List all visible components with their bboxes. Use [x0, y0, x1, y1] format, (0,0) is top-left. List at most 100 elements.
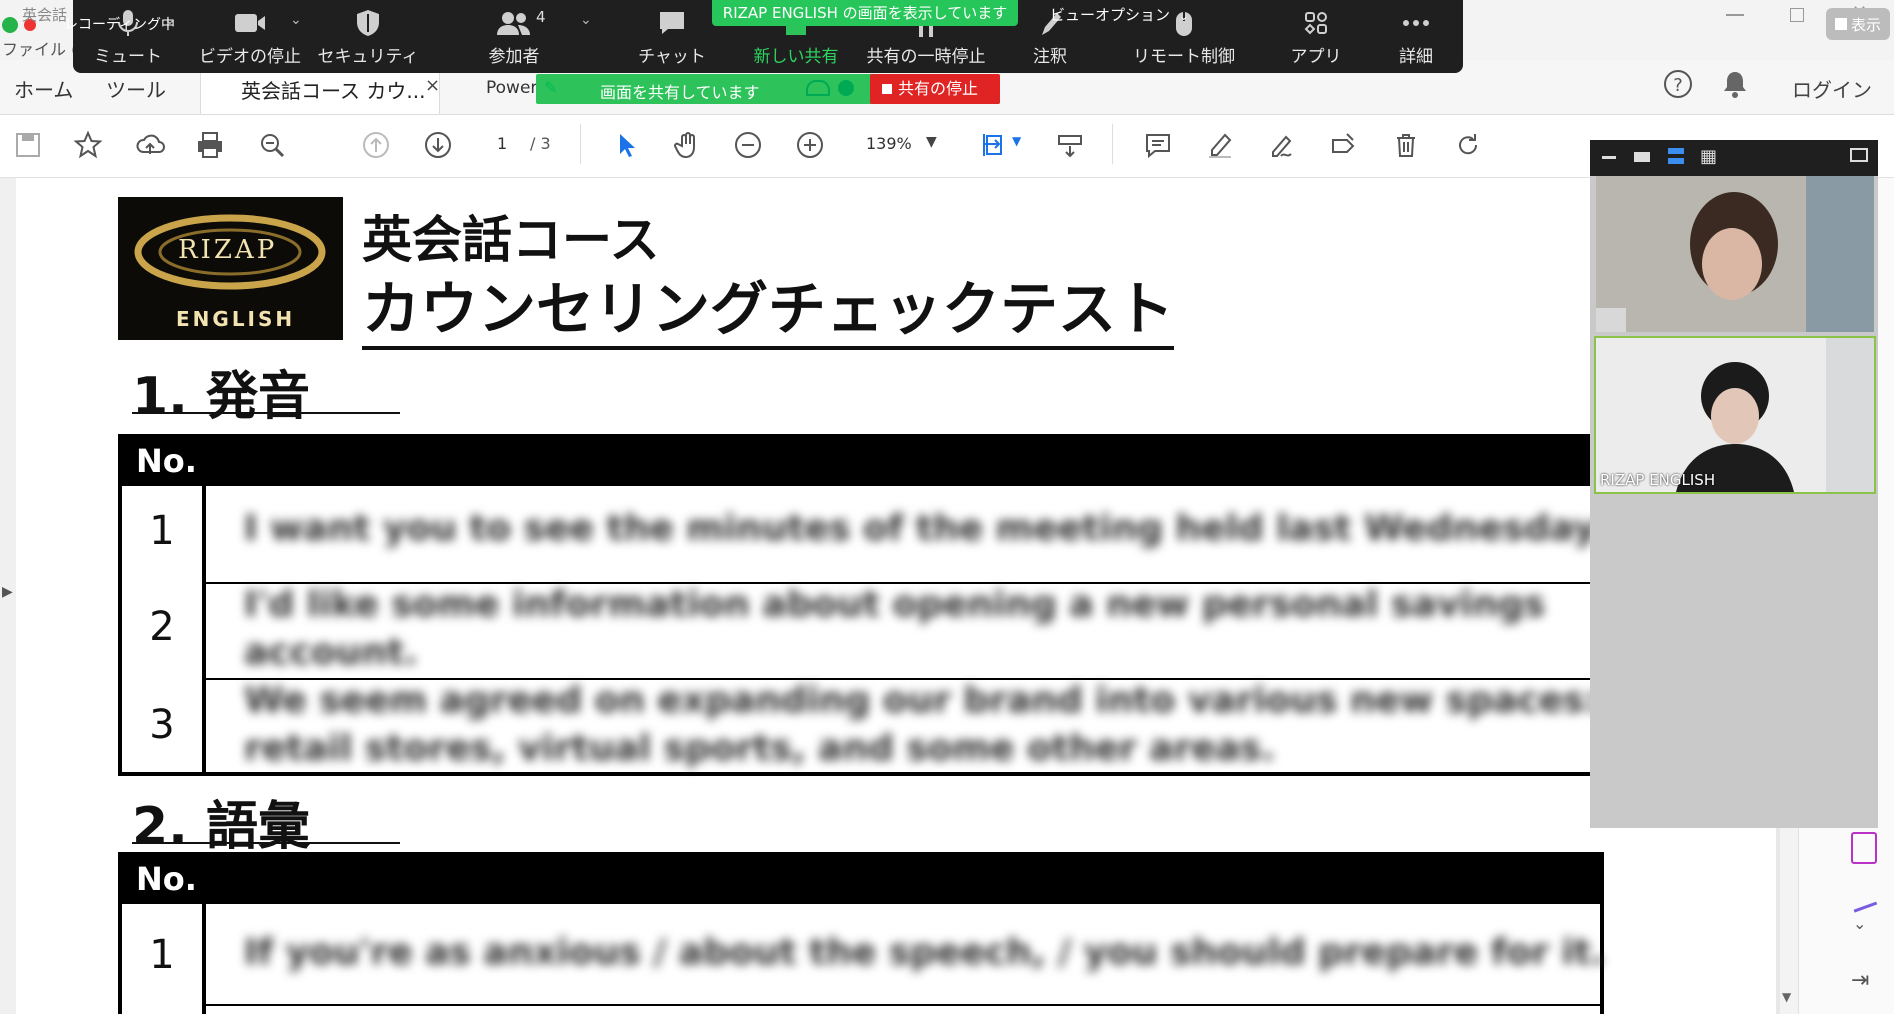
comment-icon[interactable] [1140, 127, 1176, 163]
table-row-number: 1 [149, 508, 175, 554]
table-header: No. [118, 434, 1593, 486]
section-heading-vocabulary: 2. 語彙 [132, 797, 311, 857]
zoom-level-select[interactable]: 139% [866, 134, 912, 153]
toolbar-divider [1112, 124, 1113, 164]
video-options-chevron-icon[interactable]: ⌄ [290, 12, 302, 28]
mute-label: ミュート [94, 47, 162, 67]
scroll-mode-icon[interactable] [1052, 127, 1088, 163]
fit-page-icon[interactable] [976, 127, 1012, 163]
page-down-icon[interactable] [420, 127, 456, 163]
section-underline [132, 842, 400, 844]
table-header-no: No. [136, 442, 197, 480]
minimize-video-icon[interactable] [1602, 156, 1616, 159]
section-underline [132, 412, 400, 414]
video-camera-icon [235, 14, 265, 32]
apps-label: アプリ [1290, 47, 1342, 67]
chevron-down-icon[interactable]: ⌄ [1853, 914, 1866, 933]
zoom-search-icon[interactable] [254, 127, 290, 163]
table-col-divider [202, 486, 206, 776]
single-view-icon[interactable] [1634, 152, 1650, 162]
collapse-panel-icon[interactable]: ⇥ [1851, 968, 1869, 993]
fill-sign-icon[interactable] [1848, 888, 1878, 913]
chat-label: チャット [638, 47, 706, 67]
zoom-dropdown-icon[interactable]: ▼ [926, 134, 937, 150]
viewing-share-banner: RIZAP ENGLISH の画面を表示しています [712, 0, 1018, 26]
shield-check-icon [2, 17, 18, 33]
select-cursor-icon[interactable] [608, 127, 644, 163]
stop-share-button[interactable]: 共有の停止 [870, 74, 1000, 104]
grid-icon [1834, 18, 1847, 30]
tab-close-icon[interactable]: × [425, 75, 440, 96]
zoom-in-icon[interactable] [792, 127, 828, 163]
participants-icon [497, 12, 530, 35]
minimize-button[interactable] [1726, 14, 1744, 16]
restore-button[interactable] [1790, 8, 1804, 22]
document-title-line2: カウンセリングチェックテスト [362, 262, 1175, 350]
participants-label: 参加者 [488, 47, 540, 67]
save-icon[interactable] [10, 127, 46, 163]
view-options-button[interactable]: ビューオプション ⌄ [1050, 4, 1189, 25]
cloud-upload-icon[interactable] [132, 127, 168, 163]
fit-dropdown-icon[interactable]: ▼ [1012, 134, 1021, 148]
export-pdf-icon[interactable] [1851, 832, 1877, 864]
participant-silhouette-icon [1596, 176, 1874, 332]
table-row-text-cont: account. [244, 632, 418, 673]
tab-power[interactable]: Power [486, 78, 537, 98]
tab-tools[interactable]: ツール [106, 74, 166, 103]
security-button[interactable]: セキュリティ [317, 6, 419, 70]
highlight-pen-icon[interactable] [1202, 127, 1238, 163]
shield-icon [357, 10, 379, 36]
display-button[interactable]: 表示 [1826, 8, 1890, 40]
more-button[interactable]: 詳細 [1366, 6, 1466, 70]
rizap-english-logo: RIZAP ENGLISH [118, 197, 343, 340]
table-header: No. [118, 852, 1604, 904]
stamp-edit-icon[interactable] [1326, 127, 1362, 163]
app-title-fragment: 英会話 [22, 6, 68, 24]
print-icon[interactable] [192, 127, 228, 163]
apps-button[interactable]: アプリ [1266, 6, 1366, 70]
page-number-input[interactable]: 1 [497, 134, 507, 153]
login-button[interactable]: ログイン [1792, 74, 1872, 103]
participants-button[interactable]: 参加者 [464, 6, 564, 70]
participants-count: 4 [536, 8, 546, 26]
scroll-down-icon[interactable]: ▼ [1782, 990, 1791, 1004]
pin-icon[interactable]: ✎ [544, 78, 557, 97]
table-row-text: We seem agreed on expanding our brand in… [244, 680, 1599, 721]
table-col-divider [202, 904, 206, 1014]
help-icon[interactable]: ? [1664, 70, 1692, 98]
grid-view-icon[interactable]: ▦ [1700, 146, 1717, 167]
security-label: セキュリティ [317, 47, 419, 67]
recording-label: レコーディング中 [64, 17, 176, 33]
expand-panel-icon[interactable]: ▶ [2, 584, 13, 600]
new-share-label: 新しい共有 [753, 47, 839, 67]
table-row-text: I want you to see the minutes of the mee… [244, 508, 1607, 549]
stop-video-button[interactable]: ビデオの停止 [199, 6, 301, 70]
trash-icon[interactable] [1388, 127, 1424, 163]
table-row-divider [206, 1004, 1600, 1006]
chat-button[interactable]: チャット [622, 6, 722, 70]
table-row-text: If you're as anxious / about the speech,… [244, 932, 1605, 973]
stacked-view-icon[interactable] [1668, 148, 1684, 164]
shield-check-icon [838, 80, 854, 96]
zoom-out-icon[interactable] [730, 127, 766, 163]
participants-chevron-icon[interactable]: ⌄ [580, 12, 592, 28]
sharing-status-text: 画面を共有しています [600, 83, 760, 102]
participant-name-label: RIZAP ENGLISH [1600, 471, 1716, 489]
more-label: 詳細 [1399, 47, 1433, 67]
bell-icon[interactable] [1722, 70, 1748, 102]
participant-video-1[interactable] [1596, 176, 1874, 332]
apps-icon [1304, 12, 1327, 35]
bookmark-star-icon[interactable] [70, 127, 106, 163]
chevron-down-icon: ⌄ [1178, 9, 1189, 23]
pop-out-icon[interactable] [1850, 148, 1868, 162]
rotate-icon[interactable] [1450, 127, 1486, 163]
page-total: / 3 [530, 134, 551, 153]
left-nav-rail: ▶ [0, 178, 16, 1014]
draw-signature-icon[interactable] [1264, 127, 1300, 163]
page-up-icon[interactable] [358, 127, 394, 163]
annotate-label: 注釈 [1033, 47, 1067, 67]
tab-home[interactable]: ホーム [14, 74, 73, 103]
chat-bubble-icon [660, 12, 684, 34]
table-row-text: I'd like some information about opening … [244, 584, 1546, 625]
hand-tool-icon[interactable] [670, 127, 706, 163]
